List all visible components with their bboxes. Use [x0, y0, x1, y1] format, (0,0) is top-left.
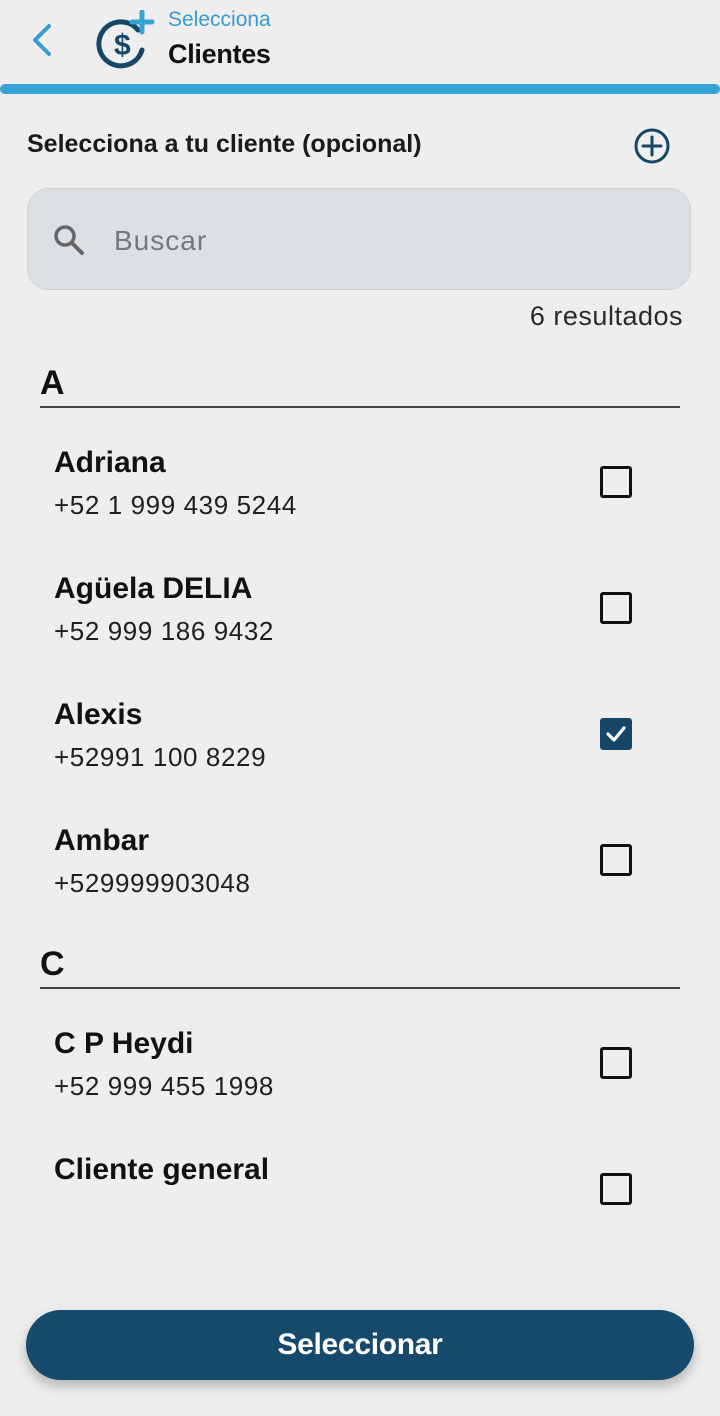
client-name: Agüela DELIA: [54, 572, 253, 605]
section-label: Selecciona a tu cliente (opcional): [27, 130, 422, 158]
search-input[interactable]: [112, 219, 656, 263]
client-checkbox[interactable]: [600, 844, 632, 876]
svg-text:$: $: [114, 29, 131, 62]
group-letter-a: A: [40, 364, 65, 402]
group-divider: [40, 406, 680, 408]
client-row-aguela-delia[interactable]: Agüela DELIA +52 999 186 9432: [0, 572, 720, 692]
client-row-alexis[interactable]: Alexis +52991 100 8229: [0, 698, 720, 818]
results-count: 6 resultados: [529, 301, 683, 331]
client-row-cp-heydi[interactable]: C P Heydi +52 999 455 1998: [0, 1027, 720, 1147]
plus-circle-icon[interactable]: [632, 126, 672, 166]
client-checkbox[interactable]: [600, 1173, 632, 1205]
client-phone: +529999903048: [54, 868, 251, 898]
group-letter-c: C: [40, 945, 65, 983]
client-name: Adriana: [54, 446, 166, 479]
search-box[interactable]: [27, 188, 691, 290]
checkmark-icon: [606, 726, 626, 742]
client-phone: +52991 100 8229: [54, 742, 267, 772]
select-button[interactable]: Seleccionar: [26, 1310, 694, 1380]
dollar-plus-icon: $: [96, 10, 155, 69]
client-name: Alexis: [54, 698, 143, 731]
client-row-ambar[interactable]: Ambar +529999903048: [0, 824, 720, 944]
client-name: Cliente general: [54, 1153, 270, 1186]
search-icon: [54, 225, 84, 255]
page-title: Clientes: [168, 39, 271, 69]
header-subtitle: Selecciona: [168, 8, 271, 31]
header-progress-bar: [0, 84, 720, 94]
client-row-cliente-general[interactable]: Cliente general: [0, 1153, 720, 1273]
client-checkbox[interactable]: [600, 592, 632, 624]
client-phone: +52 999 186 9432: [54, 616, 274, 646]
client-phone: +52 999 455 1998: [54, 1071, 274, 1101]
app-header: $ Selecciona Clientes: [0, 0, 720, 84]
client-name: Ambar: [54, 824, 150, 857]
client-phone: +52 1 999 439 5244: [54, 490, 297, 520]
client-checkbox-checked[interactable]: [600, 718, 632, 750]
chevron-left-icon: [33, 24, 51, 56]
client-checkbox[interactable]: [600, 466, 632, 498]
client-row-adriana[interactable]: Adriana +52 1 999 439 5244: [0, 446, 720, 566]
group-divider: [40, 987, 680, 989]
client-checkbox[interactable]: [600, 1047, 632, 1079]
client-name: C P Heydi: [54, 1027, 194, 1060]
back-button[interactable]: [22, 18, 62, 62]
